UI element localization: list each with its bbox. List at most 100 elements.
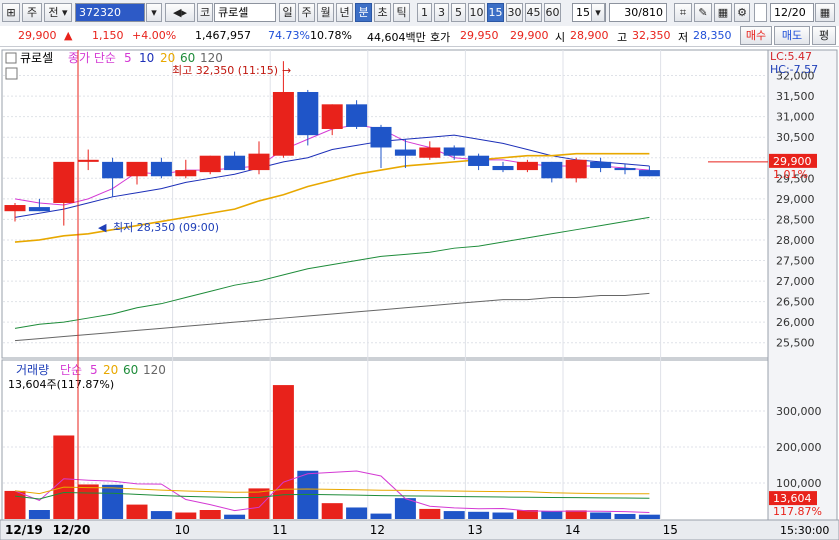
volume-bar <box>614 513 636 519</box>
stock-name-field[interactable]: 큐로셀 <box>214 3 276 22</box>
price-tick-label: 25,500 <box>776 337 815 350</box>
sell-button[interactable]: 매도 <box>774 26 810 45</box>
candle-body <box>4 205 26 212</box>
candle-body <box>224 155 246 171</box>
volume-bar <box>175 512 197 519</box>
code-type-button[interactable]: 코 <box>197 3 213 22</box>
candle-body <box>541 161 563 179</box>
ma-legend-120: 120 <box>200 51 223 65</box>
interval-button-3[interactable]: 10 <box>468 3 485 22</box>
volume-bar <box>4 490 26 519</box>
interval-dropdown-icon[interactable]: ▾ <box>591 3 605 22</box>
candle-body <box>272 91 294 156</box>
candle-body <box>614 168 636 171</box>
current-price-text: 29,900 <box>773 155 812 168</box>
grid-icon[interactable]: ⌗ <box>674 3 692 22</box>
date-field[interactable]: 12/20 <box>770 3 814 22</box>
count-field[interactable]: 30/810 <box>609 3 667 22</box>
date-checkbox[interactable] <box>754 3 767 22</box>
volume-ma-20: 20 <box>103 363 118 377</box>
stock-chart[interactable]: 32,00031,50031,00030,50030,00029,50029,0… <box>0 47 839 540</box>
stock-code-input[interactable]: 372320 <box>75 3 145 22</box>
ma-legend-20: 20 <box>160 51 175 65</box>
volume-bar <box>224 514 246 519</box>
period-button-3[interactable]: 년 <box>336 3 353 22</box>
avg-button[interactable]: 평 <box>812 26 836 45</box>
price-tick-label: 30,500 <box>776 131 815 144</box>
price-tick-label: 31,500 <box>776 90 815 103</box>
interval-button-2[interactable]: 5 <box>451 3 466 22</box>
price-tick-label: 26,500 <box>776 296 815 309</box>
x-tick-label: 12/20 <box>53 523 91 537</box>
candle-body <box>53 161 75 203</box>
turnover-rate: 10.78% <box>310 29 352 42</box>
period-button-5[interactable]: 초 <box>374 3 391 22</box>
period-button-1[interactable]: 주 <box>298 3 315 22</box>
price-tick-label: 29,000 <box>776 193 815 206</box>
volume-current-text: 13,604주(117.87%) <box>8 378 114 391</box>
chart-type-icon[interactable]: ⊞ <box>2 3 20 22</box>
code-dropdown-icon[interactable]: ▾ <box>146 3 162 22</box>
interval-button-5[interactable]: 30 <box>506 3 523 22</box>
x-axis-panel <box>0 519 839 540</box>
candle-body <box>28 207 50 212</box>
change-percent: +4.00% <box>132 29 177 42</box>
period-button-0[interactable]: 일 <box>279 3 296 22</box>
candle-body <box>590 161 612 169</box>
candle-body <box>321 104 343 129</box>
volume-ma-label: 단순 <box>60 363 82 377</box>
volume-bar <box>468 511 490 519</box>
interval-button-6[interactable]: 45 <box>525 3 542 22</box>
volume-bar <box>126 504 148 519</box>
interval-button-7[interactable]: 60 <box>544 3 561 22</box>
buy-button[interactable]: 매수 <box>740 26 772 45</box>
volume-bar <box>370 513 392 519</box>
ma-legend-label: 종가 단순 <box>68 51 116 65</box>
candle-body <box>297 91 319 136</box>
volume-bar <box>53 435 75 519</box>
up-arrow-icon: ▲ <box>64 29 73 42</box>
candle-body <box>150 161 172 177</box>
volume-ma-5: 5 <box>90 363 98 377</box>
period-button-4[interactable]: 분 <box>355 3 372 22</box>
current-volume-pct: 117.87% <box>773 505 822 518</box>
low-value: 28,350 <box>693 29 732 42</box>
period-button-2[interactable]: 월 <box>317 3 334 22</box>
market-select[interactable]: 주 <box>22 3 42 22</box>
hc-label: HC:-7.57 <box>770 63 818 76</box>
period-button-6[interactable]: 틱 <box>393 3 410 22</box>
ma-legend-60: 60 <box>180 51 195 65</box>
volume-bar <box>541 511 563 519</box>
prev-select[interactable]: 전 ▾ <box>44 3 72 22</box>
volume-bar <box>248 488 270 519</box>
volume-bar <box>272 385 294 519</box>
trade-value: 44,604백만 <box>367 31 426 44</box>
history-nav-icon[interactable]: ◀▸ <box>165 3 195 22</box>
interval-button-0[interactable]: 1 <box>417 3 432 22</box>
settings-icon[interactable]: ⚙ <box>734 3 750 22</box>
price-change: 1,150 <box>92 29 124 42</box>
candle-body <box>346 104 368 127</box>
high-value: 32,350 <box>632 29 671 42</box>
tool-icon[interactable]: ✎ <box>694 3 712 22</box>
calendar-icon[interactable]: ▦ <box>815 3 835 22</box>
pane-menu-icon[interactable] <box>5 52 17 64</box>
interval-button-4[interactable]: 15 <box>487 3 504 22</box>
pane-table-icon[interactable] <box>5 67 18 80</box>
volume-bar <box>150 511 172 519</box>
volume-tick-label: 300,000 <box>776 405 822 418</box>
x-tick-label: 12/19 <box>5 523 43 537</box>
x-tick-label: 12 <box>370 523 385 537</box>
interval-button-1[interactable]: 3 <box>434 3 449 22</box>
x-tick-label: 11 <box>272 523 287 537</box>
layout-icon[interactable]: ▦ <box>714 3 732 22</box>
candle-body <box>126 161 148 177</box>
candle-body <box>370 126 392 148</box>
high-label: 고 <box>617 31 628 44</box>
code-type-label: 코 <box>199 6 211 19</box>
candle-body <box>248 153 270 171</box>
volume-tick-label: 100,000 <box>776 477 822 490</box>
open-label: 시 <box>555 31 566 44</box>
candle-body <box>102 161 124 179</box>
candle-body <box>443 147 465 156</box>
